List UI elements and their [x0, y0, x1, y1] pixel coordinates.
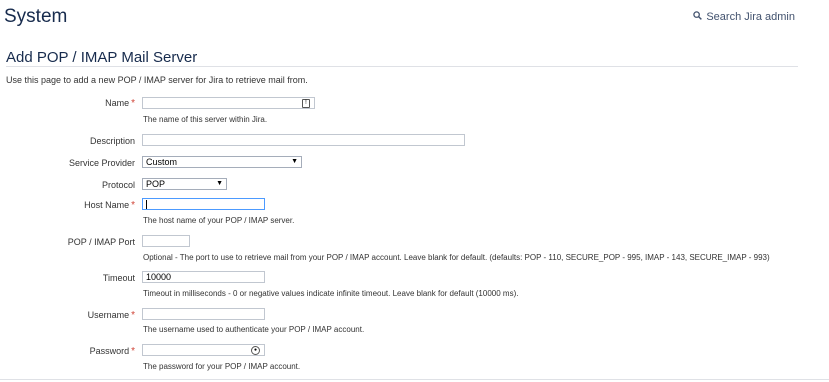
required-marker: *	[131, 200, 135, 211]
password-manager-icon[interactable]: ●	[251, 346, 260, 355]
required-marker: *	[131, 346, 135, 357]
username-label: Username *	[87, 310, 135, 321]
protocol-label: Protocol	[101, 180, 135, 190]
page-title: System	[4, 6, 68, 27]
description-label: Description	[89, 136, 135, 146]
section-intro: Use this page to add a new POP / IMAP se…	[6, 75, 308, 85]
section-title: Add POP / IMAP Mail Server	[6, 49, 198, 66]
timeout-input[interactable]: 10000	[142, 271, 265, 283]
port-help: Optional - The port to use to retrieve m…	[143, 253, 770, 262]
host-name-input[interactable]	[142, 198, 265, 210]
port-input[interactable]	[142, 235, 190, 247]
service-provider-label: Service Provider	[68, 158, 135, 168]
name-help: The name of this server within Jira.	[143, 115, 268, 124]
autofill-icon[interactable]: !	[302, 99, 310, 108]
password-input[interactable]: ●	[142, 344, 265, 356]
password-label: Password *	[89, 346, 135, 357]
port-label: POP / IMAP Port	[67, 237, 135, 247]
search-admin-link[interactable]: Search Jira admin	[693, 11, 795, 23]
name-input[interactable]: !	[142, 97, 315, 109]
host-name-help: The host name of your POP / IMAP server.	[143, 216, 295, 225]
service-provider-select[interactable]: Custom ▼	[142, 156, 302, 168]
name-label: Name *	[105, 98, 135, 109]
required-marker: *	[131, 310, 135, 321]
required-marker: *	[131, 98, 135, 109]
search-icon	[693, 11, 703, 23]
chevron-down-icon: ▼	[216, 180, 223, 187]
text-cursor	[146, 200, 147, 210]
section-divider	[6, 66, 798, 67]
timeout-label: Timeout	[102, 273, 135, 283]
search-admin-label: Search Jira admin	[706, 11, 795, 23]
password-help: The password for your POP / IMAP account…	[143, 362, 301, 371]
username-input[interactable]	[142, 308, 265, 320]
username-help: The username used to authenticate your P…	[143, 325, 365, 334]
chevron-down-icon: ▼	[291, 158, 298, 165]
host-name-label: Host Name *	[84, 200, 135, 211]
timeout-help: Timeout in milliseconds - 0 or negative …	[143, 289, 519, 298]
protocol-select[interactable]: POP ▼	[142, 178, 227, 190]
bottom-divider	[0, 379, 829, 380]
description-input[interactable]	[142, 134, 465, 146]
